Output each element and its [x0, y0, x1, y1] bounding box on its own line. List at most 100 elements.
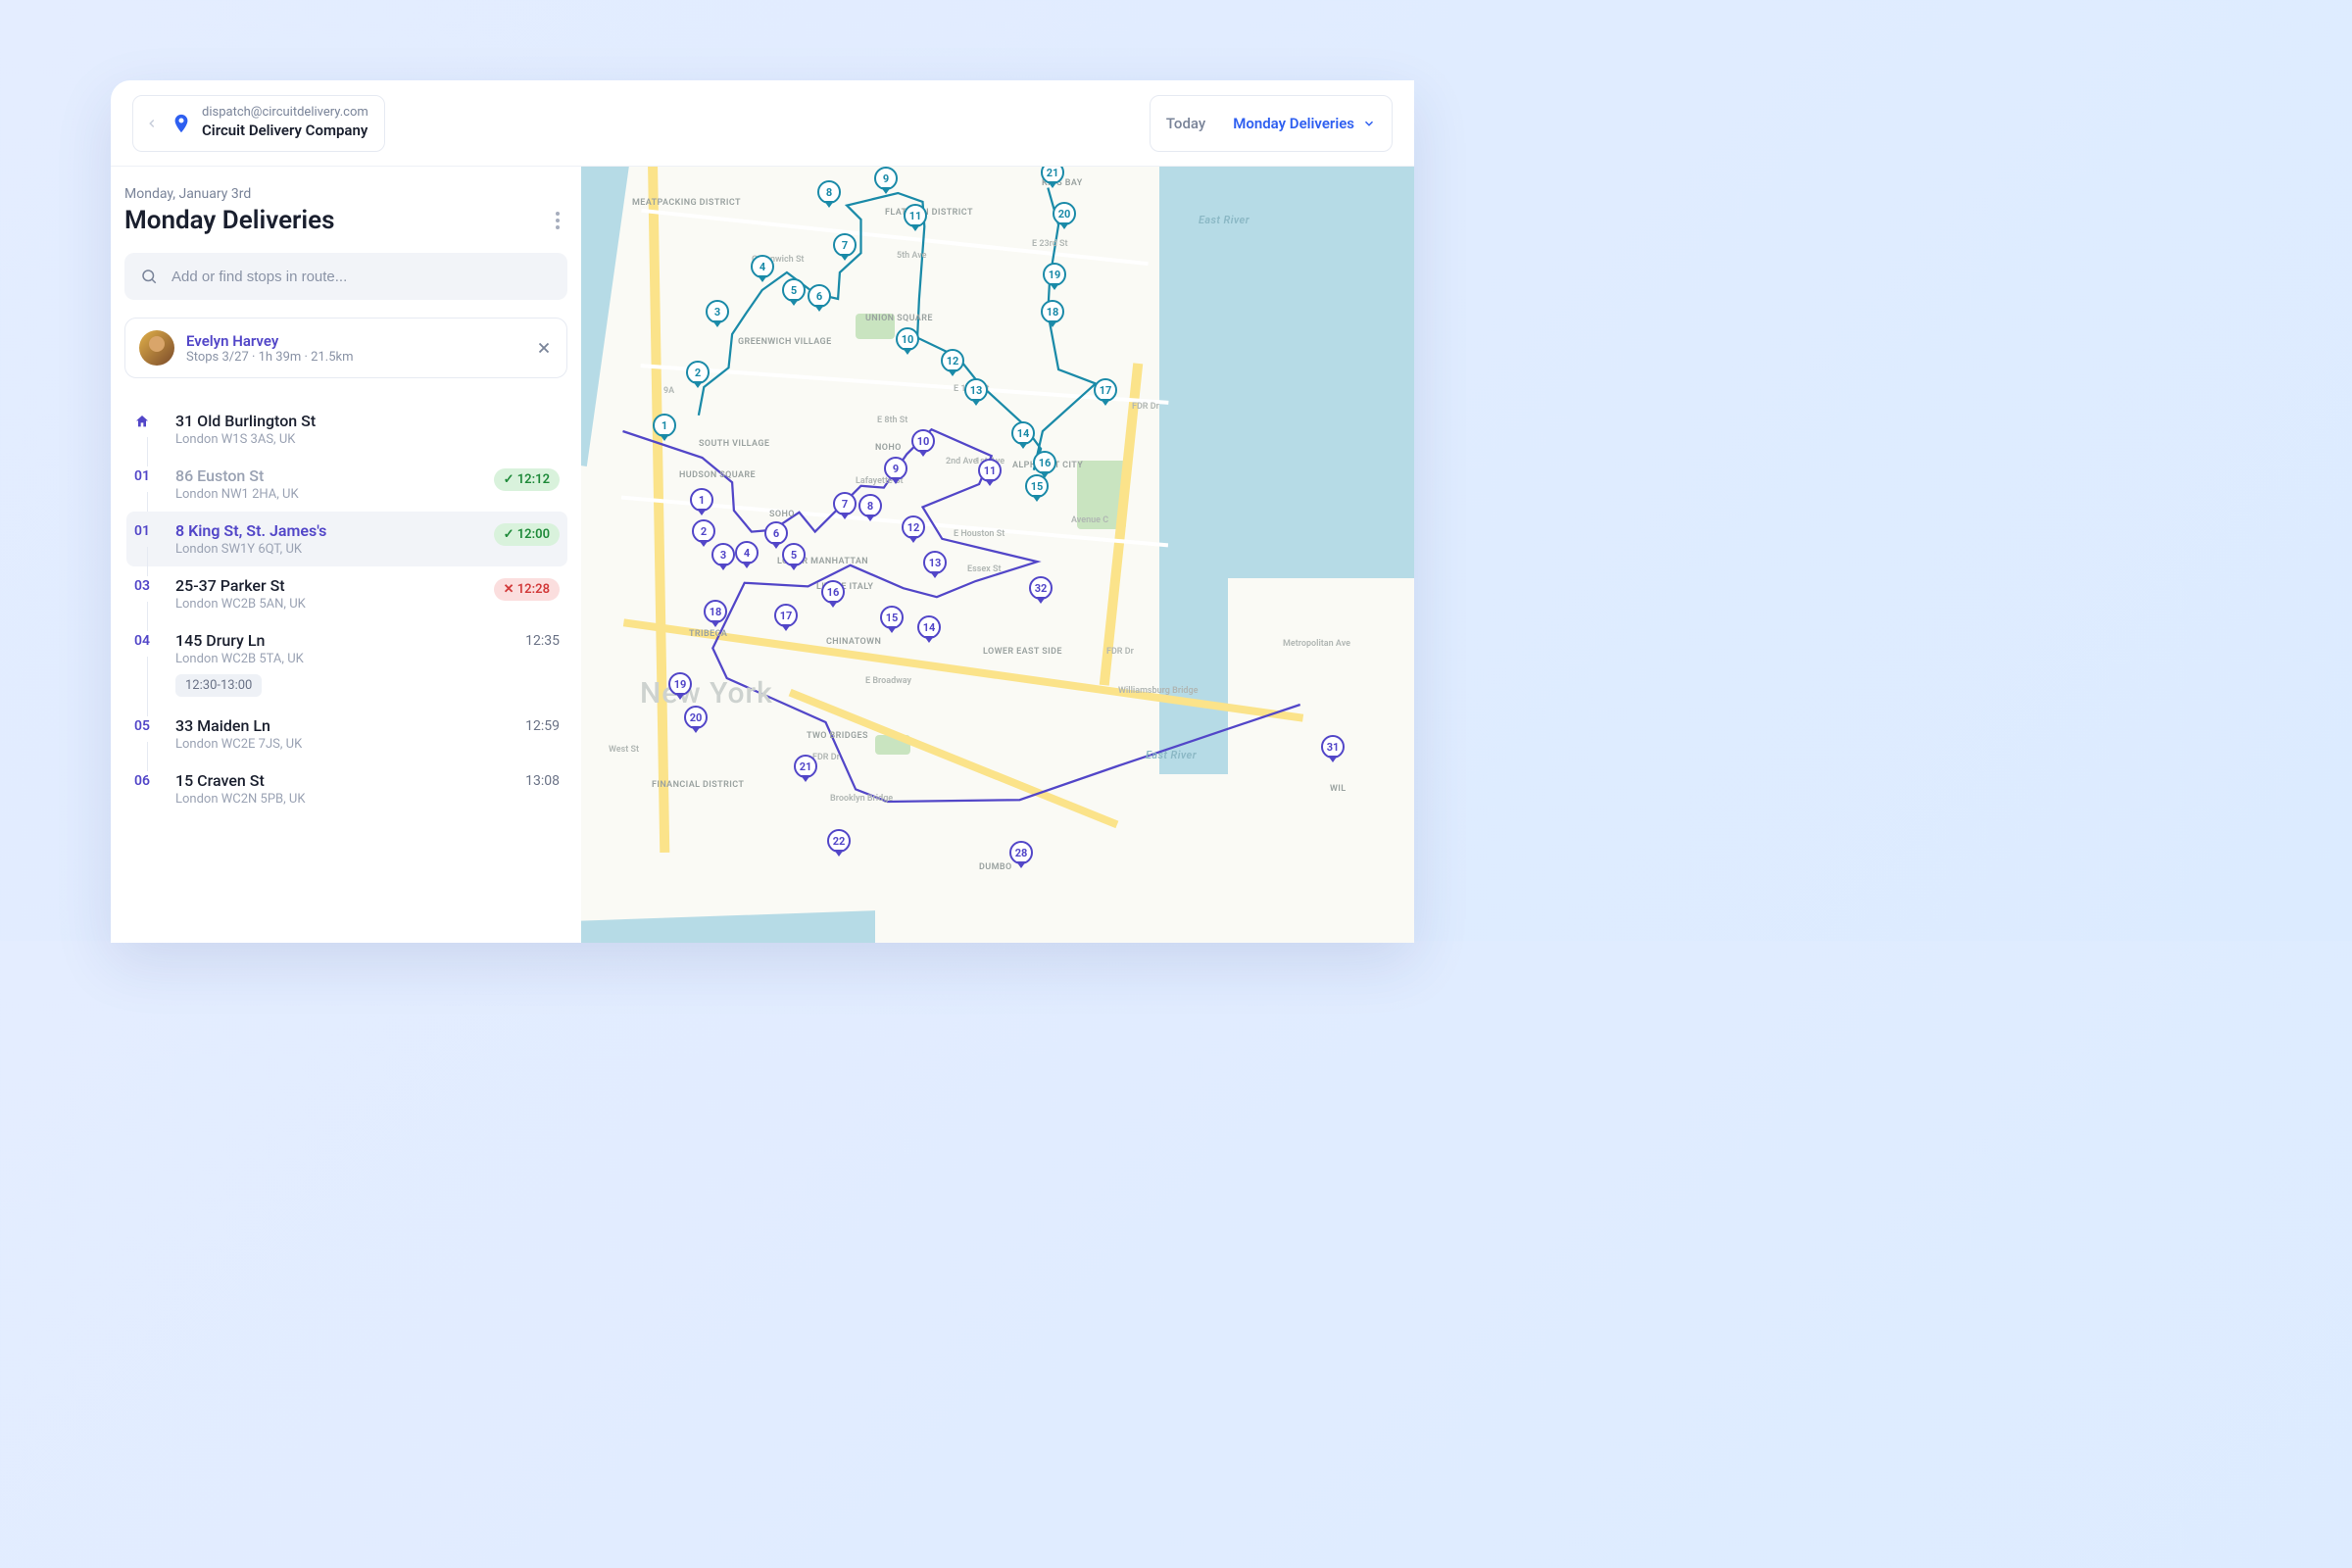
- route-menu-button[interactable]: [548, 212, 567, 229]
- street-label: 9A: [663, 386, 674, 396]
- stop-address: 15 Craven St: [175, 771, 497, 790]
- back-icon[interactable]: [143, 115, 161, 132]
- view-today[interactable]: Today: [1166, 115, 1205, 132]
- street-label: East River: [1146, 749, 1197, 761]
- stop-address: 31 Old Burlington St: [175, 412, 497, 430]
- map-pin[interactable]: 8: [817, 180, 843, 210]
- sidebar: Monday, January 3rd Monday Deliveries Ev…: [111, 167, 581, 943]
- district-label: FINANCIAL DISTRICT: [652, 780, 744, 790]
- map-pin[interactable]: 3: [706, 300, 731, 329]
- driver-card[interactable]: Evelyn Harvey Stops 3/27 · 1h 39m · 21.5…: [124, 318, 567, 378]
- map-pin[interactable]: 17: [1094, 378, 1119, 408]
- street-label: Brooklyn Bridge: [830, 794, 893, 804]
- map-pin[interactable]: 20: [684, 706, 710, 735]
- stop-row[interactable]: 31 Old Burlington StLondon W1S 3AS, UK: [126, 402, 567, 457]
- map-pin[interactable]: 11: [904, 204, 929, 233]
- map-pin[interactable]: 12: [941, 349, 966, 378]
- stop-row[interactable]: 0325-37 Parker StLondon WC2B 5AN, UK✕ 12…: [126, 566, 567, 621]
- map-pin[interactable]: 17: [774, 604, 800, 633]
- map-pin[interactable]: 13: [923, 551, 949, 580]
- map-pin[interactable]: 7: [833, 492, 858, 521]
- map-pin[interactable]: 5: [782, 278, 808, 308]
- district-label: SOHO: [769, 510, 795, 519]
- map-pin[interactable]: 16: [821, 580, 847, 610]
- home-icon: [134, 412, 162, 447]
- stop-row[interactable]: 04145 Drury LnLondon WC2B 5TA, UK12:30-1…: [126, 621, 567, 707]
- view-selected[interactable]: Monday Deliveries: [1233, 115, 1376, 132]
- map-pin[interactable]: 19: [1043, 263, 1068, 292]
- map-pin[interactable]: 3: [711, 543, 737, 572]
- stop-subaddress: London WC2B 5AN, UK: [175, 597, 480, 612]
- map-pin[interactable]: 14: [917, 615, 943, 645]
- street-label: Metropolitan Ave: [1283, 639, 1350, 649]
- district-label: MEATPACKING DISTRICT: [632, 198, 741, 208]
- map-pin[interactable]: 6: [764, 521, 790, 551]
- map-pin[interactable]: 2: [686, 361, 711, 390]
- stop-address: 145 Drury Ln: [175, 631, 497, 650]
- stop-row[interactable]: 0533 Maiden LnLondon WC2E 7JS, UK12:59: [126, 707, 567, 761]
- map-pin[interactable]: 4: [751, 255, 776, 284]
- map-pin[interactable]: 20: [1053, 202, 1078, 231]
- stop-number: 05: [134, 716, 162, 752]
- stop-time: 12:35: [511, 631, 560, 697]
- map-canvas[interactable]: New York MEATPACKING DISTRICTFLATIRON DI…: [581, 167, 1414, 943]
- stop-number: 03: [134, 576, 162, 612]
- driver-avatar: [139, 330, 174, 366]
- stop-time: 12:59: [511, 716, 560, 752]
- map-pin[interactable]: 28: [1009, 841, 1035, 870]
- street-label: Williamsburg Bridge: [1118, 686, 1198, 696]
- district-label: HUDSON SQUARE: [679, 470, 756, 480]
- street-label: 5th Ave: [897, 251, 927, 261]
- stop-address: 33 Maiden Ln: [175, 716, 497, 735]
- topbar: dispatch@circuitdelivery.com Circuit Del…: [111, 80, 1414, 167]
- org-email: dispatch@circuitdelivery.com: [202, 105, 368, 122]
- pin-icon: [171, 113, 192, 134]
- chevron-down-icon: [1362, 117, 1376, 130]
- map-pin[interactable]: 22: [827, 829, 853, 858]
- map-pin[interactable]: 9: [884, 457, 909, 486]
- street-label: Essex St: [967, 564, 1001, 574]
- map-pin[interactable]: 1: [690, 488, 715, 517]
- map-pin[interactable]: 31: [1321, 735, 1347, 764]
- stop-row[interactable]: 0186 Euston StLondon NW1 2HA, UK✓ 12:12: [126, 457, 567, 512]
- district-label: WIL: [1330, 784, 1347, 794]
- stop-address: 8 King St, St. James's: [175, 521, 480, 540]
- route-date: Monday, January 3rd: [124, 186, 567, 202]
- map-pin[interactable]: 10: [896, 327, 921, 357]
- map-pin[interactable]: 1: [653, 414, 678, 443]
- search-row[interactable]: [124, 253, 567, 300]
- stop-address: 25-37 Parker St: [175, 576, 480, 595]
- time-window-chip: 12:30-13:00: [175, 674, 262, 697]
- map-pin[interactable]: 19: [668, 672, 694, 702]
- map-pin[interactable]: 15: [880, 606, 906, 635]
- district-label: TWO BRIDGES: [807, 731, 868, 741]
- search-input[interactable]: [172, 269, 552, 285]
- stop-subaddress: London SW1Y 6QT, UK: [175, 542, 480, 557]
- map-pin[interactable]: 7: [833, 233, 858, 263]
- map-pin[interactable]: 21: [1041, 167, 1066, 190]
- map-pin[interactable]: 4: [735, 541, 760, 570]
- map-pin[interactable]: 11: [978, 459, 1004, 488]
- close-icon[interactable]: [535, 339, 553, 357]
- map-pin[interactable]: 14: [1011, 421, 1037, 451]
- map-pin[interactable]: 13: [964, 378, 990, 408]
- org-selector[interactable]: dispatch@circuitdelivery.com Circuit Del…: [132, 95, 385, 152]
- map-pin[interactable]: 12: [902, 515, 927, 545]
- stop-row[interactable]: 0615 Craven StLondon WC2N 5PB, UK13:08: [126, 761, 567, 816]
- view-picker[interactable]: Today Monday Deliveries: [1150, 95, 1393, 152]
- map-pin[interactable]: 10: [911, 429, 937, 459]
- map-pin[interactable]: 9: [874, 167, 900, 196]
- map-pin[interactable]: 18: [1041, 300, 1066, 329]
- stop-time: ✓ 12:00: [494, 521, 560, 557]
- app-window: dispatch@circuitdelivery.com Circuit Del…: [111, 80, 1414, 943]
- map-pin[interactable]: 8: [858, 494, 884, 523]
- stop-row[interactable]: 018 King St, St. James'sLondon SW1Y 6QT,…: [126, 512, 567, 566]
- map-pin[interactable]: 21: [794, 755, 819, 784]
- street-label: E 23rd St: [1032, 239, 1068, 249]
- map-pin[interactable]: 32: [1029, 576, 1054, 606]
- map-pin[interactable]: 16: [1033, 451, 1058, 480]
- street-label: 2nd Ave: [946, 457, 978, 466]
- stop-subaddress: London NW1 2HA, UK: [175, 487, 480, 502]
- map-pin[interactable]: 18: [704, 600, 729, 629]
- map-pin[interactable]: 6: [808, 284, 833, 314]
